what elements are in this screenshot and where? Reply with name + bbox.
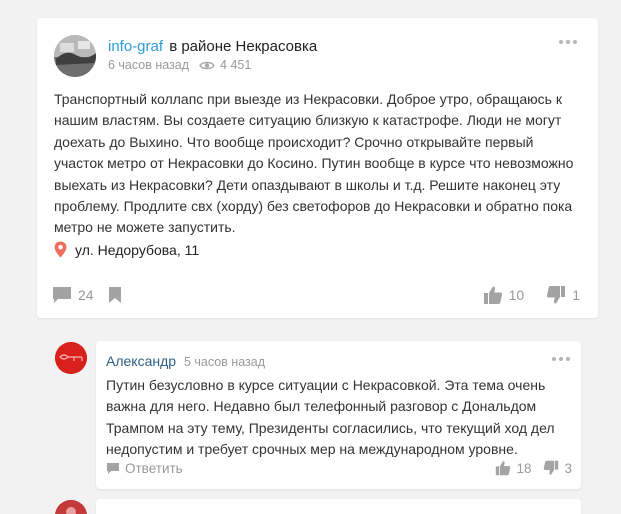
comment-likes-count: 18 xyxy=(516,460,532,476)
avatar-image xyxy=(55,342,87,374)
post-time: 6 часов назад xyxy=(108,58,190,72)
dot xyxy=(559,40,563,44)
dot xyxy=(566,357,570,361)
post-text: Транспортный коллапс при выезде из Некра… xyxy=(54,91,574,236)
thumbs-up-icon xyxy=(483,286,502,304)
comments-count: 24 xyxy=(78,287,94,303)
dot xyxy=(559,357,563,361)
dislike-button[interactable]: 1 xyxy=(546,285,580,305)
thumbs-up-icon xyxy=(496,461,511,476)
post-location[interactable]: в районе Некрасовка xyxy=(169,38,317,55)
comment-dislike-button[interactable]: 3 xyxy=(543,460,572,476)
views-count: 4 451 xyxy=(220,58,252,72)
post-actions: 24 10 1 xyxy=(52,284,580,306)
address-text: ул. Недорубова, 11 xyxy=(75,241,200,258)
next-comment-card xyxy=(96,499,581,514)
eye-icon xyxy=(199,61,215,69)
avatar-image xyxy=(55,500,87,514)
avatar-image xyxy=(54,35,96,77)
bookmark-icon xyxy=(108,287,121,303)
post-meta: 6 часов назад 4 451 xyxy=(108,58,251,72)
comment-card: Александр 5 часов назад Путин безусловно… xyxy=(96,341,581,489)
comment-text: Путин безусловно в курсе ситуации с Некр… xyxy=(106,377,555,458)
dislikes-count: 1 xyxy=(572,287,580,303)
post-header: info-graf в районе Некрасовка xyxy=(108,38,317,55)
dot xyxy=(552,357,556,361)
comment-header: Александр 5 часов назад xyxy=(106,353,265,369)
commenter-avatar[interactable] xyxy=(55,342,87,374)
dot xyxy=(566,40,570,44)
post-more-icon[interactable] xyxy=(556,36,580,48)
thumbs-down-icon xyxy=(547,286,566,304)
map-pin-icon xyxy=(54,241,67,258)
comment-icon xyxy=(53,287,71,303)
bookmark-button[interactable] xyxy=(108,286,128,304)
comments-button[interactable]: 24 xyxy=(52,286,94,304)
author-avatar[interactable] xyxy=(54,35,96,77)
comment-dislikes-count: 3 xyxy=(564,460,572,476)
views-counter: 4 451 xyxy=(199,58,251,72)
comment-time: 5 часов назад xyxy=(183,355,265,369)
author-link[interactable]: info-graf xyxy=(108,38,163,55)
dot xyxy=(573,40,577,44)
likes-count: 10 xyxy=(508,287,525,303)
reply-button[interactable]: Ответить xyxy=(106,461,183,476)
reply-label: Ответить xyxy=(125,460,183,476)
comment-author-link[interactable]: Александр xyxy=(106,353,176,369)
comment-actions: Ответить 18 3 xyxy=(106,460,572,476)
post-card: info-graf в районе Некрасовка 6 часов на… xyxy=(37,18,598,318)
thumbs-down-icon xyxy=(544,460,559,475)
comment-more-icon[interactable] xyxy=(550,353,572,365)
like-button[interactable]: 10 xyxy=(483,285,525,305)
comment-like-button[interactable]: 18 xyxy=(495,460,531,476)
next-commenter-avatar[interactable] xyxy=(55,500,87,514)
post-address[interactable]: ул. Недорубова, 11 xyxy=(54,241,199,258)
comment-icon xyxy=(107,462,119,474)
